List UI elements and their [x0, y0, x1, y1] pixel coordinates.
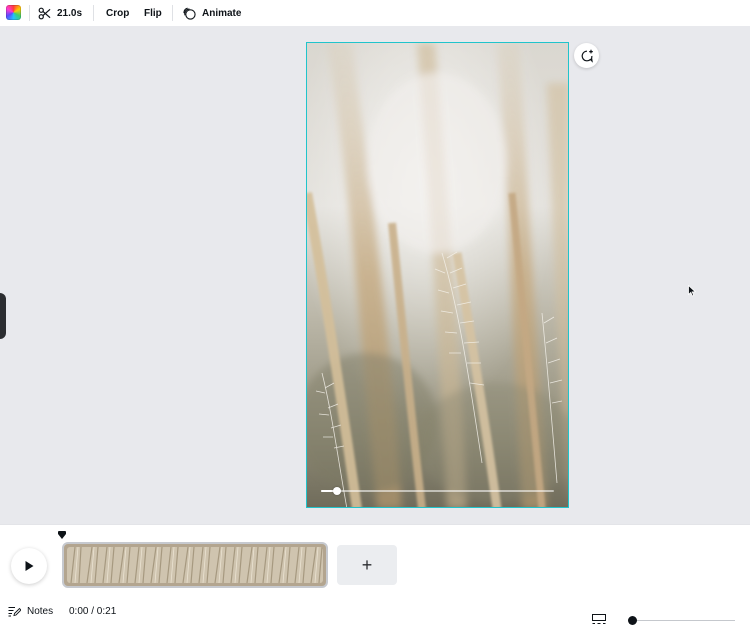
mouse-pointer-icon — [688, 285, 697, 297]
add-page-label: + — [361, 554, 373, 575]
color-palette-icon[interactable] — [6, 5, 21, 20]
notes-button[interactable]: Notes — [8, 594, 53, 629]
crop-label: Crop — [106, 7, 130, 19]
animate-icon — [183, 7, 196, 20]
zoom-slider[interactable] — [628, 616, 735, 625]
video-page[interactable] — [306, 42, 569, 508]
toolbar-divider — [93, 5, 94, 21]
playhead-marker-icon[interactable] — [58, 531, 66, 539]
editor-bottom-bar: Notes 0:00 / 0:21 — [0, 594, 750, 629]
notes-label: Notes — [27, 606, 54, 617]
video-frame-image — [307, 43, 568, 507]
duration-label: 21.0s — [57, 7, 83, 19]
flip-label: Flip — [144, 7, 162, 19]
animate-button[interactable]: Animate — [183, 0, 241, 26]
crop-button[interactable]: Crop — [106, 0, 129, 26]
scissors-icon — [38, 7, 51, 19]
add-page-button[interactable]: + — [337, 545, 397, 585]
playback-time-readout: 0:00 / 0:21 — [69, 606, 117, 617]
clip-thumbnail-strip — [67, 547, 323, 583]
grid-view-icon[interactable] — [592, 614, 606, 625]
side-panel-handle[interactable] — [0, 293, 6, 339]
zoom-slider-knob[interactable] — [628, 616, 637, 625]
play-icon — [25, 561, 34, 571]
animate-label: Animate — [202, 7, 242, 19]
play-button[interactable] — [11, 548, 47, 584]
toolbar-divider — [172, 5, 173, 21]
editor-toolbar: 21.0s Crop Flip Animate — [0, 0, 750, 26]
add-comment-button[interactable] — [574, 43, 599, 68]
toolbar-divider — [29, 5, 30, 21]
notes-icon — [8, 607, 21, 617]
add-comment-icon — [581, 49, 593, 63]
timeline-video-clip[interactable] — [62, 542, 328, 588]
flip-button[interactable]: Flip — [144, 0, 162, 26]
trim-button[interactable]: 21.0s — [38, 0, 82, 26]
timeline-panel: + — [0, 524, 750, 594]
design-canvas — [0, 26, 750, 524]
video-progress-bar[interactable] — [321, 487, 554, 495]
